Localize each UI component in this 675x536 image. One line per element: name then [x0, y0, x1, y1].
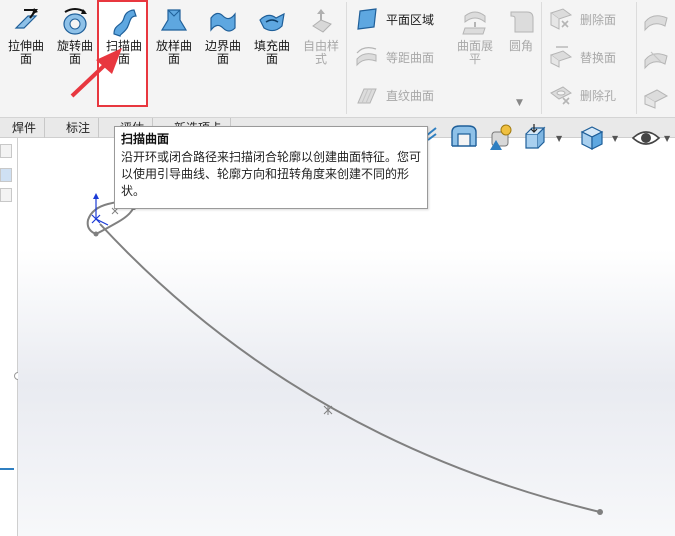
ruled-surface-icon — [357, 88, 377, 104]
freeform-label: 自由样式 — [302, 39, 339, 66]
fill-surface-button[interactable]: 填充曲面 — [248, 4, 296, 76]
boundary-surface-button[interactable]: 边界曲面 — [199, 4, 247, 76]
loft-surface-icon — [160, 9, 188, 31]
ribbon-more-dropdown-icon[interactable]: ▼ — [516, 98, 523, 108]
ribbon-divider — [636, 2, 637, 114]
sweep-surface-tooltip: 扫描曲面 沿开环或闭合路径来扫描闭合轮廓以创建曲面特征。您可以使用引导曲线、轮廓… — [114, 126, 428, 209]
delete-face-label: 删除面 — [580, 12, 617, 27]
feature-manager-panel-edge — [0, 138, 22, 536]
offset-surface-icon — [356, 47, 377, 67]
surface-flatten-label: 曲面展平 — [456, 39, 493, 66]
view-orientation-icon[interactable] — [484, 122, 516, 154]
view-cube-icon[interactable] — [576, 122, 608, 154]
panel-tab-icon[interactable] — [0, 144, 12, 158]
hide-show-items-icon[interactable] — [630, 122, 662, 154]
fill-surface-icon — [259, 12, 285, 32]
extrude-surface-label: 拉伸曲面 — [7, 39, 44, 66]
fillet-label: 圆角 — [508, 39, 533, 53]
command-manager-ribbon: 拉伸曲面 旋转曲面 扫描曲面 放样曲面 边界曲面 填充曲 面 自由样 式 平面区… — [0, 0, 675, 118]
replace-face-icon — [549, 46, 573, 68]
tab-weldments[interactable]: 焊件 — [4, 118, 46, 138]
boundary-surface-label: 边界曲面 — [204, 39, 241, 66]
fill-surface-label: 填充曲面 — [253, 39, 290, 66]
section-view-icon[interactable] — [448, 122, 480, 154]
extrude-surface-icon — [14, 8, 38, 29]
delete-face-icon — [549, 8, 573, 30]
replace-face-button[interactable]: 替换面 — [548, 44, 616, 70]
freeform-button[interactable]: 自由样式 — [297, 4, 345, 76]
replace-face-label: 替换面 — [580, 50, 617, 65]
offset-surface-label: 等距曲面 — [386, 50, 435, 65]
freeform-icon — [312, 9, 332, 33]
revolve-surface-icon — [63, 8, 87, 35]
cut-with-surface-icon[interactable] — [641, 84, 671, 110]
loft-surface-label: 放样曲面 — [155, 39, 192, 66]
revolve-surface-button[interactable]: 旋转曲面 — [51, 4, 99, 76]
sweep-surface-icon — [113, 9, 137, 37]
hide-show-dropdown-icon[interactable]: ▼ — [664, 134, 670, 143]
display-style-icon[interactable] — [520, 122, 552, 154]
thicken-icon[interactable] — [641, 8, 671, 34]
loft-surface-button[interactable]: 放样曲面 — [150, 4, 198, 76]
planar-surface-label: 平面区域 — [386, 12, 435, 27]
boundary-surface-icon — [210, 12, 236, 32]
delete-hole-label: 删除孔 — [580, 88, 617, 103]
panel-indicator — [0, 468, 14, 470]
heads-up-view-toolbar: ▼ ▼ ▼ — [425, 120, 675, 156]
tooltip-description: 沿开环或闭合路径来扫描闭合轮廓以创建曲面特征。您可以使用引导曲线、轮廓方向和扭转… — [121, 150, 422, 198]
fillet-button[interactable]: 圆角 — [497, 4, 545, 76]
ribbon-divider — [346, 2, 347, 114]
offset-surface-button[interactable]: 等距曲面 — [354, 44, 434, 70]
panel-tab-icon[interactable] — [0, 168, 12, 182]
ruled-surface-button[interactable]: 直纹曲面 — [354, 82, 434, 108]
ruled-surface-label: 直纹曲面 — [386, 88, 435, 103]
planar-surface-button[interactable]: 平面区域 — [354, 6, 434, 32]
view-cube-dropdown-icon[interactable]: ▼ — [612, 134, 618, 143]
sweep-surface-button[interactable]: 扫描曲面 — [100, 4, 148, 76]
delete-hole-button[interactable]: 删除孔 — [548, 82, 616, 108]
tab-markup[interactable]: 标注 — [58, 118, 100, 138]
panel-expand-icon[interactable] — [0, 188, 12, 202]
revolve-surface-label: 旋转曲面 — [56, 39, 93, 66]
tooltip-title: 扫描曲面 — [121, 132, 170, 146]
delete-hole-icon — [550, 86, 572, 105]
display-style-dropdown-icon[interactable]: ▼ — [556, 134, 562, 143]
surface-flatten-button[interactable]: 曲面展平 — [451, 4, 499, 76]
fillet-icon — [510, 11, 534, 33]
surface-flatten-icon — [462, 11, 486, 35]
ribbon-divider — [541, 2, 542, 114]
delete-face-button[interactable]: 删除面 — [548, 6, 616, 32]
extrude-surface-button[interactable]: 拉伸曲面 — [2, 4, 50, 76]
planar-surface-icon — [357, 8, 377, 30]
sweep-surface-label: 扫描曲面 — [105, 39, 142, 66]
thicken-cut-icon[interactable] — [641, 46, 671, 72]
